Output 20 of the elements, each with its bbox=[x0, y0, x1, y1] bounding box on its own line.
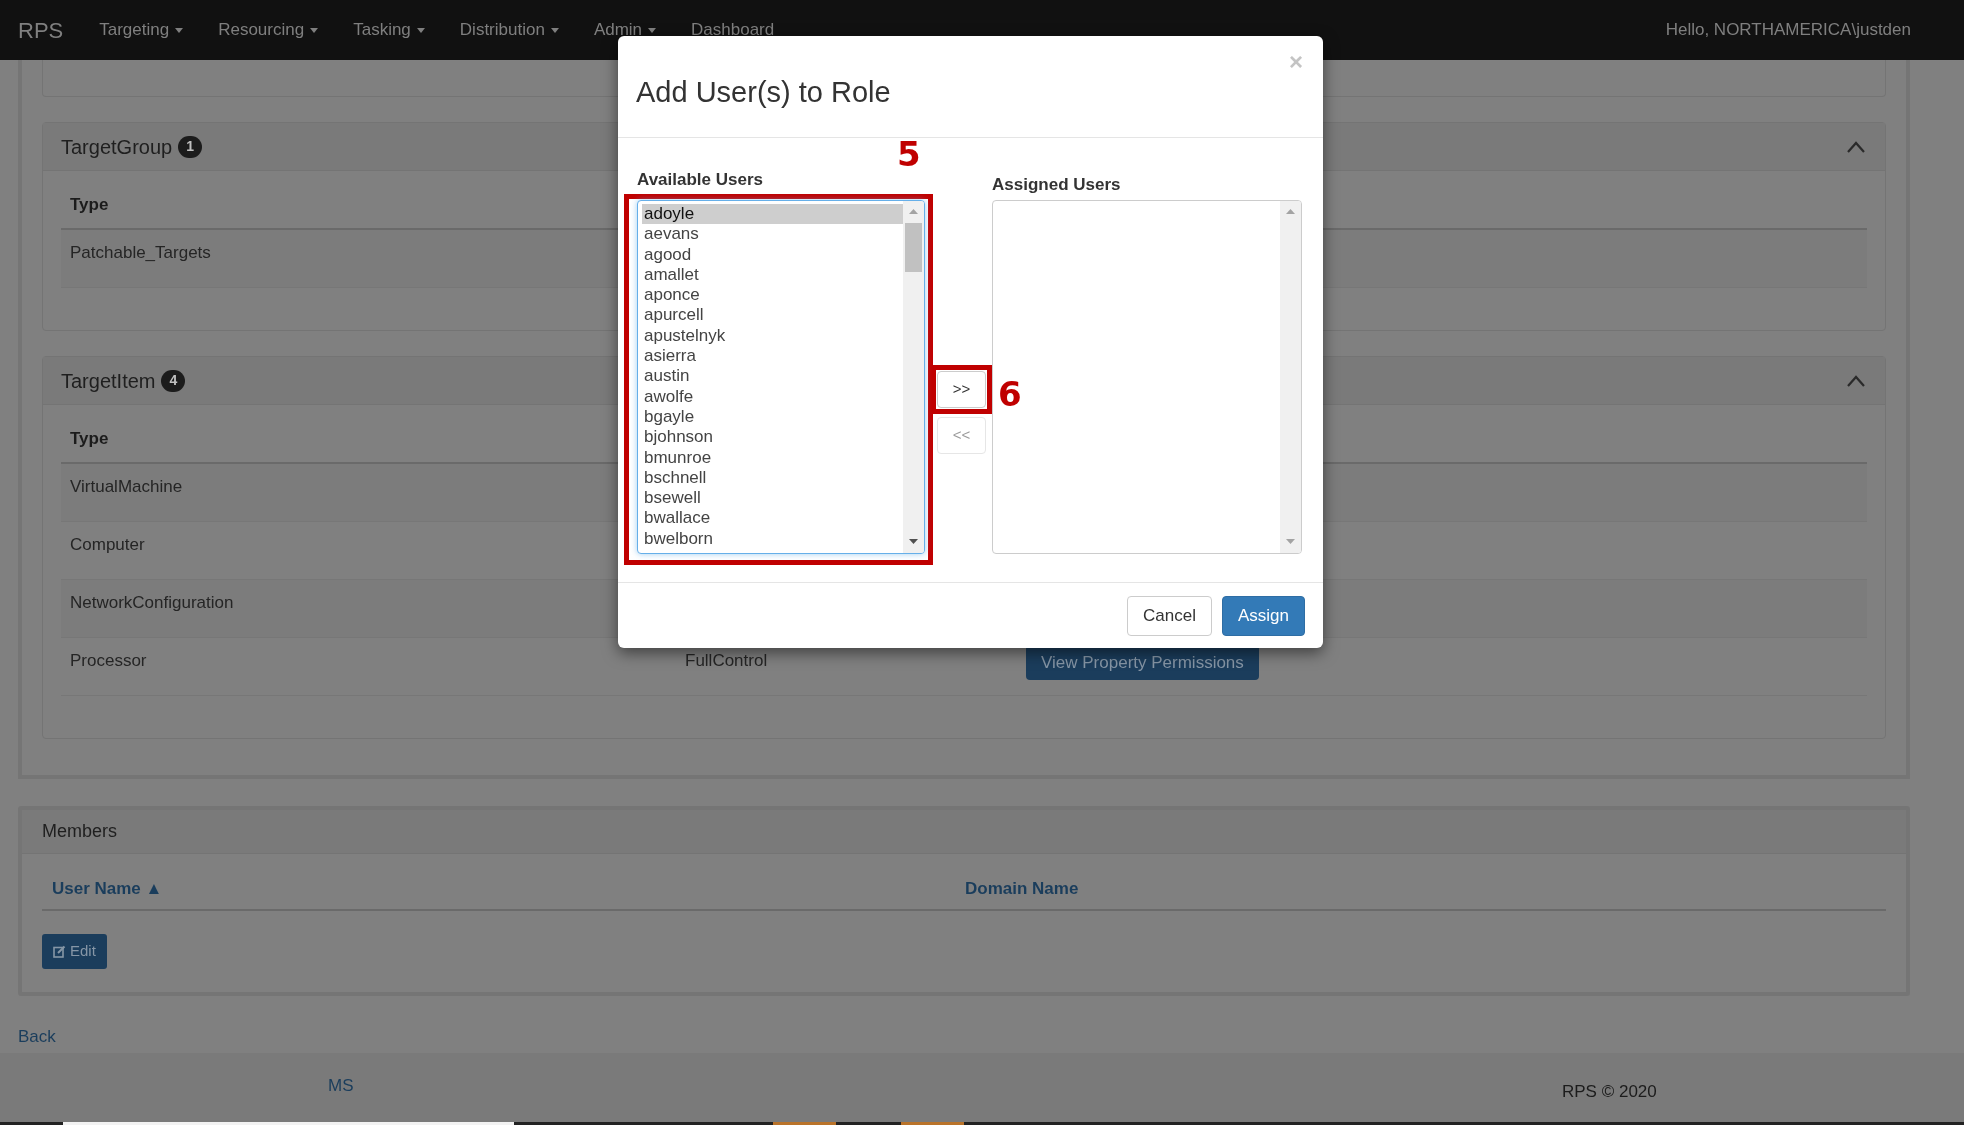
panel-title: Members bbox=[42, 820, 117, 843]
table-cell: Processor bbox=[70, 651, 147, 670]
column-header: Type bbox=[70, 427, 109, 450]
annotation-number: 6 bbox=[998, 373, 1022, 416]
annotation-number: 5 bbox=[897, 133, 921, 176]
count-badge: 1 bbox=[178, 135, 203, 158]
table-cell: Computer bbox=[70, 535, 145, 554]
table-cell: VirtualMachine bbox=[70, 477, 183, 496]
count-badge: 4 bbox=[161, 369, 186, 392]
modal-title: Add User(s) to Role bbox=[636, 75, 891, 110]
user-greeting: Hello, NORTHAMERICA\justden bbox=[1665, 19, 1911, 42]
list-label: Available Users bbox=[637, 170, 764, 191]
column-header: Type bbox=[70, 193, 109, 216]
panel-title: TargetGroup bbox=[61, 134, 173, 160]
table-cell: Patchable_Targets bbox=[70, 243, 211, 262]
footer-text: RPS © 2020 bbox=[1562, 1081, 1657, 1103]
panel-title: TargetItem bbox=[61, 368, 156, 394]
table-cell: FullControl bbox=[685, 651, 768, 670]
list-label: Assigned Users bbox=[992, 174, 1122, 196]
table-cell: NetworkConfiguration bbox=[70, 593, 234, 612]
